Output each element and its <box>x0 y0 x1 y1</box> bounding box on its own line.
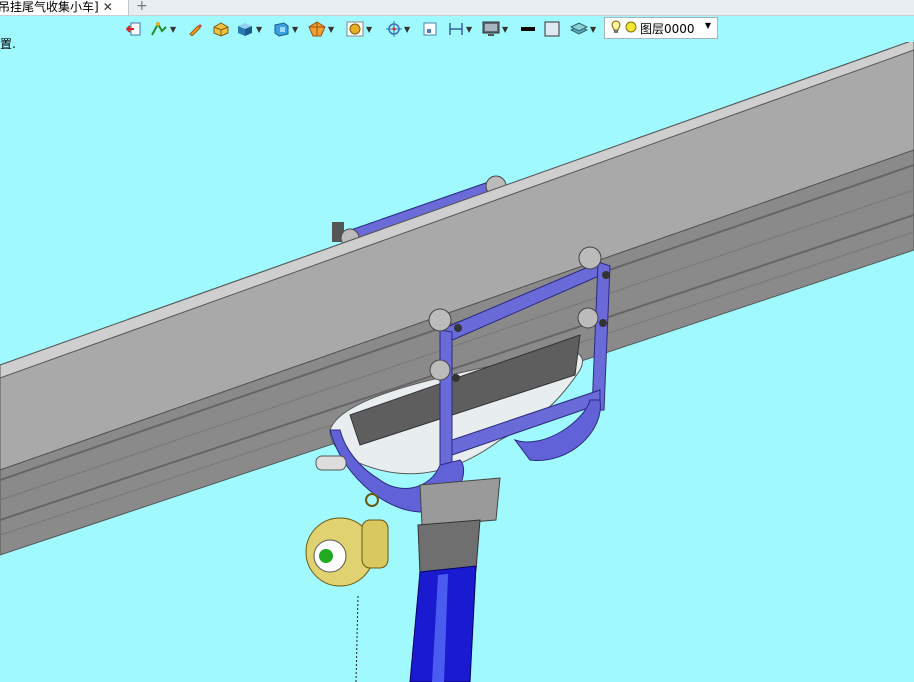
monitor-icon[interactable]: ▼ <box>482 19 508 39</box>
section-view-icon[interactable]: ▼ <box>308 19 334 39</box>
dimension-icon[interactable]: ▼ <box>448 19 472 39</box>
chevron-down-icon[interactable]: ▼ <box>705 21 711 30</box>
close-icon[interactable]: ✕ <box>103 0 113 15</box>
fill-color-swatch[interactable] <box>544 19 560 39</box>
add-tab-icon[interactable]: + <box>136 0 148 14</box>
side-nozzle <box>315 455 347 471</box>
exit-sketch-icon[interactable] <box>126 19 142 39</box>
layer-select[interactable]: 图层0000 ▼ <box>604 17 718 39</box>
frame-icon[interactable] <box>422 19 438 39</box>
bulb-icon[interactable] <box>611 19 621 37</box>
exhaust-hose <box>409 477 501 682</box>
sketch-tools-icon[interactable]: ▼ <box>150 19 176 39</box>
document-tab[interactable]: 吊挂尾气收集小车] ✕ <box>0 0 129 15</box>
view-orient-icon[interactable]: ▼ <box>272 19 298 39</box>
line-color-swatch[interactable] <box>520 19 536 39</box>
layer-manager-icon[interactable]: ▼ <box>570 19 596 39</box>
view-toolbar: ▼ ▼ ▼ ▼ ▼ ▼ ▼ ▼ ▼ 图层0000 ▼ <box>120 17 720 41</box>
layer-color-dot <box>625 21 637 36</box>
document-tab-title: 吊挂尾气收集小车] <box>0 0 99 14</box>
edit-icon[interactable] <box>188 19 202 39</box>
shaded-cube-icon[interactable]: ▼ <box>236 19 262 39</box>
solid-box-icon[interactable] <box>212 19 230 39</box>
tab-bar: 吊挂尾气收集小车] ✕ + <box>0 0 914 16</box>
cable-reel <box>305 493 389 682</box>
layer-name: 图层0000 <box>640 21 695 36</box>
cad-viewport[interactable] <box>0 42 914 682</box>
crosshair-icon[interactable]: ▼ <box>386 19 410 39</box>
render-icon[interactable]: ▼ <box>346 19 372 39</box>
